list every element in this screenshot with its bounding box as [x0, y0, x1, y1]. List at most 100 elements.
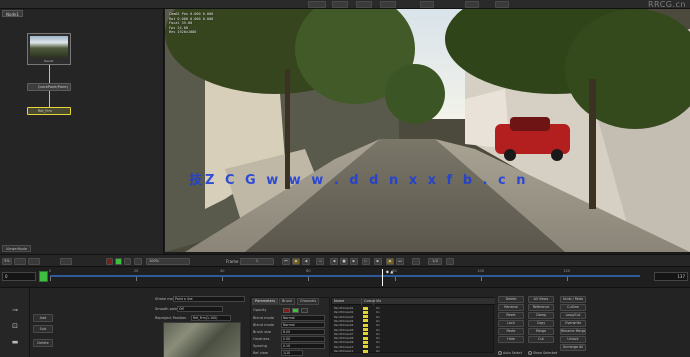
toolbar-button[interactable] [420, 1, 434, 8]
proxy-select[interactable]: 1/4 [428, 258, 442, 265]
smooth-points-select[interactable]: Off [177, 306, 223, 312]
playhead[interactable] [381, 269, 383, 286]
hardness-field[interactable]: 0.50 [281, 336, 325, 342]
action-button[interactable]: All Views [528, 296, 554, 303]
toolbar-button[interactable] [332, 1, 348, 8]
loop-button[interactable] [412, 258, 420, 265]
go-end-button[interactable]: ⏭ [396, 258, 404, 265]
action-button[interactable]: Loop/Cut [560, 312, 586, 319]
action-button[interactable]: Paste [498, 328, 524, 335]
action-button[interactable]: Rename [498, 304, 524, 311]
go-start-button[interactable]: ⏮ [282, 258, 290, 265]
tab-parameters[interactable]: Parameters [252, 298, 279, 305]
timeline-start-field[interactable]: 0 [2, 272, 36, 281]
viewer-option[interactable] [14, 258, 26, 265]
transform-tool-icon[interactable]: ⊸ [6, 306, 24, 315]
timeline-tick-label: 60 [306, 269, 311, 273]
in-point-marker[interactable] [39, 271, 48, 282]
color-swatch-green[interactable] [292, 308, 299, 313]
action-button[interactable]: Reference [528, 304, 554, 311]
brush-preview-image [163, 322, 241, 357]
reproject-select[interactable]: Ref_Frm(1-100) [191, 315, 231, 321]
watermark-text: 技Z C G w w w . d d n x x f b . c n [189, 173, 529, 188]
tab-channels[interactable]: Channels [297, 298, 320, 305]
column-header-vis[interactable]: Vis [374, 298, 495, 305]
read-node[interactable]: Read1 [27, 33, 71, 65]
action-button[interactable]: Hide [498, 336, 524, 343]
frame-percent[interactable]: 5% [2, 258, 12, 265]
next-frame-button[interactable]: ▶ [374, 258, 382, 265]
prev-key-button[interactable]: ◆ [292, 258, 300, 265]
timeline-end-field[interactable]: 137 [654, 272, 688, 281]
zoom-select[interactable]: 100% [146, 258, 190, 265]
column-header-name[interactable]: Name [332, 298, 362, 305]
stroke-mode-select[interactable]: Paint a line [173, 296, 245, 302]
node-graph-canvas[interactable]: Read1 QuickPaint(Paint) Ref_Frm [0, 19, 164, 244]
action-button[interactable]: Overwrite [560, 320, 586, 327]
action-button[interactable]: Cutline [560, 304, 586, 311]
play-button[interactable]: ▶ [350, 258, 358, 265]
brush-size-field[interactable]: 8.00 [281, 329, 325, 335]
action-button[interactable]: Lock [498, 320, 524, 327]
ref-frame-node[interactable]: Ref_Frm [27, 107, 71, 115]
color-swatch-dark[interactable] [301, 308, 308, 313]
green-channel-toggle[interactable] [115, 258, 122, 265]
viewer-option[interactable] [28, 258, 40, 265]
action-button[interactable]: Copy [528, 320, 554, 327]
toolbar-button[interactable] [495, 1, 509, 8]
stroke-colour-chip [363, 336, 368, 340]
action-button[interactable]: Delete [498, 296, 524, 303]
stroke-list-table: Name Colour Vis PaintStroke01 On PaintStro… [331, 297, 495, 353]
sub-button[interactable]: Sub [33, 325, 53, 333]
radio-label: Show Selected [533, 351, 558, 355]
viewer-option[interactable] [446, 258, 454, 265]
blue-channel-toggle[interactable] [124, 258, 131, 265]
selection-radio[interactable]: Auto Select [498, 351, 522, 355]
toolbar-button[interactable] [308, 1, 326, 8]
tab-brush[interactable]: Brush [279, 298, 296, 305]
paint-node[interactable]: QuickPaint(Paint) [27, 83, 71, 91]
action-button[interactable]: Unlock [560, 336, 586, 343]
next-key-button[interactable]: ◆ [386, 258, 394, 265]
blend-mode-select[interactable]: Normal [281, 315, 325, 321]
timeline-tick-label: 0 [48, 269, 52, 273]
step-forward-button[interactable]: ▷ [362, 258, 370, 265]
timeline-ruler[interactable]: 0 20 40 60 80 100 120 ◆ ▲ [48, 269, 640, 286]
alpha-channel-toggle[interactable] [134, 258, 142, 265]
table-row[interactable]: PaintStroke11 On [332, 349, 495, 353]
toolbar-button[interactable] [380, 1, 396, 8]
spacing-field[interactable]: 0.10 [281, 343, 325, 349]
action-button[interactable]: Reset [498, 312, 524, 319]
add-button[interactable]: Add [33, 314, 53, 322]
radio-dot-icon [528, 351, 532, 355]
action-button[interactable]: Rename Merge [560, 328, 586, 335]
selection-radio[interactable]: Show Selected [528, 351, 557, 355]
node-graph-tab[interactable]: Node1 [2, 10, 23, 17]
toolbar-button[interactable] [465, 1, 479, 8]
action-button[interactable]: Cut [528, 336, 554, 343]
viewer-option[interactable] [60, 258, 72, 265]
action-button[interactable]: Clamp [528, 312, 554, 319]
action-button[interactable]: Merge [528, 328, 554, 335]
column-header-colour[interactable]: Colour [362, 298, 375, 305]
ref-view-field[interactable]: 1/10 [281, 350, 303, 356]
action-button[interactable]: Undo / Redo [560, 296, 586, 303]
brush-tool-icon[interactable]: ⊡ [6, 322, 24, 331]
timeline[interactable]: 0 0 20 40 60 80 100 120 ◆ ▲ 137 [0, 267, 690, 287]
stroke-vis-cell: On [376, 349, 380, 353]
step-back-button[interactable]: ◀ [302, 258, 310, 265]
red-channel-toggle[interactable] [106, 258, 113, 265]
stop-button[interactable]: ■ [340, 258, 348, 265]
blend-mode-select[interactable]: Normal [281, 322, 325, 328]
color-swatch-red[interactable] [283, 308, 290, 313]
eraser-tool-icon[interactable]: ▬ [6, 338, 24, 347]
viewer-node-button[interactable]: ViewerNode [2, 245, 32, 252]
play-back-button[interactable]: ◀ [330, 258, 338, 265]
delete-button[interactable]: Delete [33, 339, 53, 347]
action-button[interactable]: Unmerge All [560, 344, 586, 351]
image-viewer[interactable]: Cam01 Pos 0.000 0.000 Rot 0.000 0.000 0.… [165, 9, 690, 252]
radio-dot-icon [498, 351, 502, 355]
toolbar-button[interactable] [356, 1, 372, 8]
frame-input[interactable]: 1 [240, 258, 274, 265]
play-back-button[interactable]: ◁ [316, 258, 324, 265]
